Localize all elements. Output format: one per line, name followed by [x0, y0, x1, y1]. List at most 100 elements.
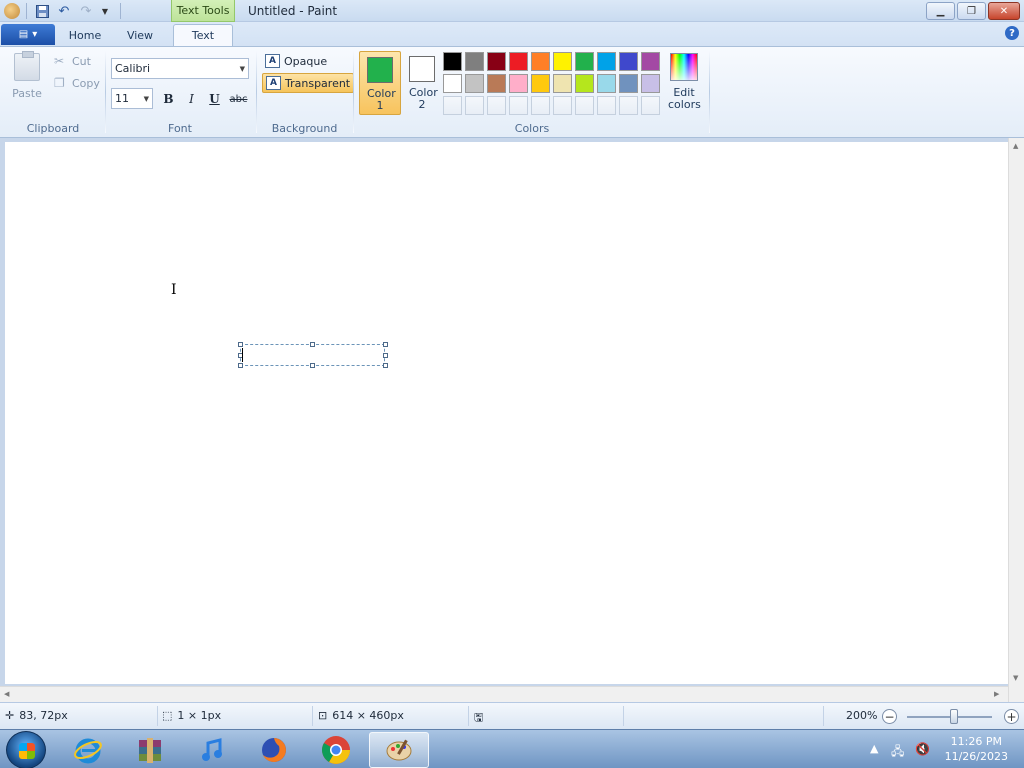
palette-swatch[interactable] — [553, 52, 572, 71]
edit-colors-button[interactable]: Edit colors — [665, 51, 703, 115]
zoom-slider-thumb[interactable] — [949, 709, 958, 724]
tab-text[interactable]: Text — [173, 24, 233, 46]
palette-swatch[interactable] — [509, 52, 528, 71]
close-button[interactable]: ✕ — [988, 2, 1020, 20]
palette-swatch[interactable] — [443, 52, 462, 71]
status-bar: ✛ 83, 72px ⬚ 1 × 1px ⊡ 614 × 460px 🖫 200… — [0, 702, 1024, 729]
scroll-right-icon[interactable]: ▶ — [994, 690, 999, 698]
zoom-out-button[interactable]: − — [882, 709, 897, 724]
tab-home[interactable]: Home — [64, 24, 106, 46]
palette-swatch[interactable] — [553, 74, 572, 93]
custom-color-slot[interactable] — [465, 96, 484, 115]
custom-color-slot[interactable] — [443, 96, 462, 115]
resize-handle[interactable] — [238, 363, 243, 368]
help-icon[interactable]: ? — [1005, 26, 1019, 40]
background-group-label: Background — [271, 122, 338, 135]
palette-swatch[interactable] — [575, 74, 594, 93]
edit-colors-label: Edit colors — [668, 86, 701, 111]
text-entry-box[interactable] — [238, 342, 388, 368]
custom-color-slot[interactable] — [509, 96, 528, 115]
custom-color-slot[interactable] — [553, 96, 572, 115]
undo-icon[interactable]: ↶ — [55, 2, 73, 20]
qat-separator — [120, 3, 121, 19]
font-size-select[interactable]: 11 ▼ — [111, 88, 153, 109]
resize-handle[interactable] — [238, 342, 243, 347]
palette-swatch[interactable] — [641, 52, 660, 71]
winrar-icon[interactable] — [120, 732, 180, 768]
drawing-canvas[interactable]: I — [5, 142, 1008, 684]
scroll-left-icon[interactable]: ◀ — [4, 690, 9, 698]
palette-swatch[interactable] — [575, 52, 594, 71]
itunes-icon[interactable] — [182, 732, 242, 768]
resize-handle[interactable] — [310, 342, 315, 347]
custom-color-slot[interactable] — [597, 96, 616, 115]
zoom-in-button[interactable]: + — [1004, 709, 1019, 724]
cut-button: ✂ Cut — [54, 54, 91, 68]
restore-button[interactable]: ❐ — [957, 2, 986, 20]
status-separator — [823, 706, 824, 726]
chrome-icon[interactable] — [306, 732, 366, 768]
custom-color-slot[interactable] — [531, 96, 550, 115]
palette-swatch[interactable] — [619, 74, 638, 93]
color-palette — [443, 52, 665, 118]
palette-swatch[interactable] — [465, 52, 484, 71]
resize-handle[interactable] — [383, 353, 388, 358]
image-size: ⊡ 614 × 460px — [318, 709, 404, 722]
resize-handle[interactable] — [383, 342, 388, 347]
palette-swatch[interactable] — [531, 52, 550, 71]
start-button[interactable] — [6, 731, 46, 768]
palette-swatch[interactable] — [597, 74, 616, 93]
opaque-button[interactable]: A Opaque — [262, 51, 330, 71]
canvas-workspace: I ▲ ▼ ◀ ▶ — [0, 138, 1024, 702]
palette-swatch[interactable] — [597, 52, 616, 71]
italic-button[interactable]: I — [181, 89, 202, 109]
palette-swatch[interactable] — [487, 74, 506, 93]
custom-color-slot[interactable] — [575, 96, 594, 115]
paint-menu-button[interactable]: ▤ ▾ — [1, 24, 55, 45]
color2-button[interactable]: Color 2 — [401, 51, 443, 115]
paint-window: ↶ ↷ ▼ Text Tools Untitled - Paint ▁ ❐ ✕ … — [0, 0, 1024, 768]
strikethrough-button[interactable]: abc — [228, 89, 249, 109]
clock[interactable]: 11:26 PM 11/26/2023 — [945, 734, 1008, 764]
custom-color-slot[interactable] — [619, 96, 638, 115]
palette-swatch[interactable] — [619, 52, 638, 71]
custom-color-slot[interactable] — [487, 96, 506, 115]
palette-swatch[interactable] — [443, 74, 462, 93]
custom-color-slot[interactable] — [641, 96, 660, 115]
firefox-icon[interactable] — [244, 732, 304, 768]
window-title: Untitled - Paint — [248, 4, 338, 18]
paint-taskbar-icon[interactable] — [369, 732, 429, 768]
transparent-icon: A — [266, 76, 281, 90]
scroll-up-icon[interactable]: ▲ — [1013, 142, 1018, 150]
palette-swatch[interactable] — [487, 52, 506, 71]
text-caret — [242, 348, 243, 362]
palette-swatch[interactable] — [509, 74, 528, 93]
cut-label: Cut — [72, 54, 91, 68]
status-separator — [312, 706, 313, 726]
palette-swatch[interactable] — [531, 74, 550, 93]
tab-view[interactable]: View — [118, 24, 162, 46]
save-icon[interactable] — [33, 2, 51, 20]
resize-handle[interactable] — [383, 363, 388, 368]
show-hidden-icons-icon[interactable]: ▲ — [870, 742, 878, 755]
volume-muted-icon[interactable]: 🔇 — [915, 742, 930, 756]
palette-swatch[interactable] — [641, 74, 660, 93]
transparent-button[interactable]: A Transparent — [262, 73, 355, 93]
vertical-scrollbar[interactable]: ▲ ▼ — [1008, 138, 1024, 702]
paint-app-icon[interactable] — [4, 3, 20, 19]
horizontal-scrollbar[interactable]: ◀ ▶ — [0, 686, 1008, 702]
palette-swatch[interactable] — [465, 74, 484, 93]
underline-button[interactable]: U — [204, 89, 225, 109]
bold-button[interactable]: B — [158, 89, 179, 109]
color1-button[interactable]: Color 1 — [359, 51, 401, 115]
scroll-down-icon[interactable]: ▼ — [1013, 674, 1018, 682]
internet-explorer-icon[interactable] — [58, 732, 118, 768]
paste-button: Paste — [8, 51, 46, 105]
network-icon[interactable]: 🖧 — [891, 742, 904, 763]
font-family-select[interactable]: Calibri ▼ — [111, 58, 249, 79]
dropdown-icon: ▾ — [32, 29, 38, 40]
customize-qat-icon[interactable]: ▼ — [96, 2, 114, 20]
minimize-button[interactable]: ▁ — [926, 2, 955, 20]
resize-handle[interactable] — [310, 363, 315, 368]
chevron-down-icon: ▼ — [143, 95, 149, 103]
